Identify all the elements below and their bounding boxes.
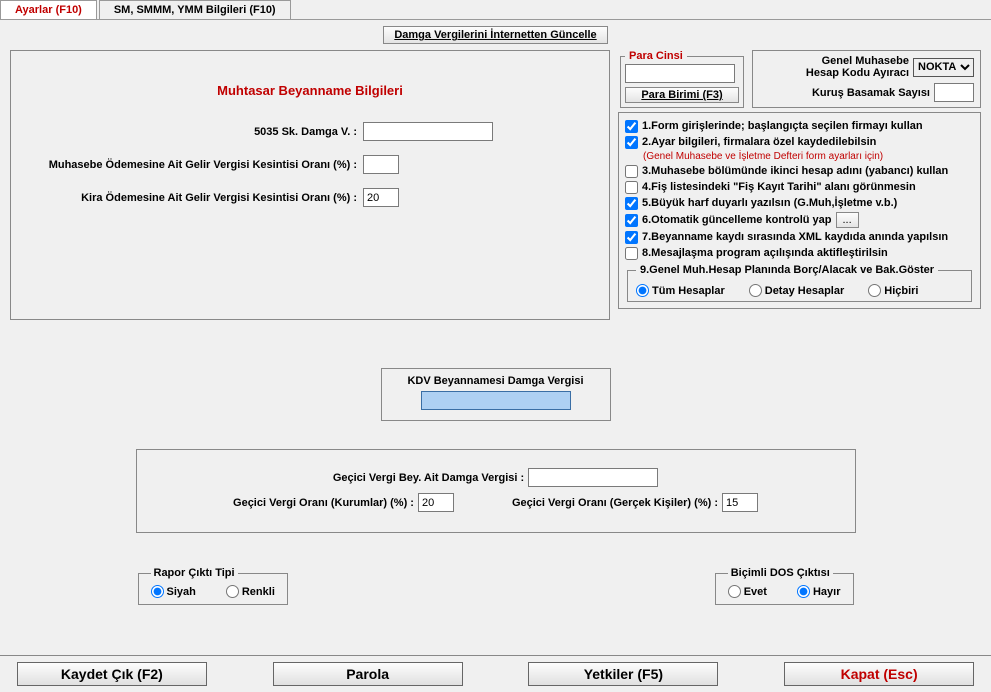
rapor-siyah-label: Siyah — [167, 586, 196, 598]
label-5035: 5035 Sk. Damga V. : — [23, 126, 363, 138]
label-muh-gelir-oran: Muhasebe Ödemesine Ait Gelir Vergisi Kes… — [23, 159, 363, 171]
gecici-kurum-input[interactable] — [418, 493, 454, 512]
gecici-gercek-input[interactable] — [722, 493, 758, 512]
opt4-checkbox[interactable] — [625, 181, 638, 194]
para-cinsi-input[interactable] — [625, 64, 735, 83]
genel-muhasebe-box: Genel Muhasebe Hesap Kodu Ayıracı NOKTA … — [752, 50, 981, 108]
kdv-damga-input[interactable] — [421, 391, 571, 410]
hesap-kodu-ayiraci-select[interactable]: NOKTA — [913, 58, 974, 77]
gm-label-1: Genel Muhasebe — [822, 55, 909, 67]
kurus-basamak-input[interactable] — [934, 83, 974, 102]
rapor-renkli-label: Renkli — [242, 586, 275, 598]
gecici-damga-label: Geçici Vergi Bey. Ait Damga Vergisi : — [333, 472, 524, 484]
dos-hayir-label: Hayır — [813, 586, 841, 598]
opt1-checkbox[interactable] — [625, 120, 638, 133]
para-birimi-button[interactable]: Para Birimi (F3) — [625, 87, 739, 103]
kurus-label: Kuruş Basamak Sayısı — [759, 87, 930, 99]
gm-label-2: Hesap Kodu Ayıracı — [806, 67, 909, 79]
opt6-settings-button[interactable]: ... — [836, 212, 859, 228]
kdv-label: KDV Beyannamesi Damga Vergisi — [390, 375, 602, 387]
opt2-checkbox[interactable] — [625, 136, 638, 149]
tab-ayarlar[interactable]: Ayarlar (F10) — [0, 0, 97, 19]
rapor-cikti-fieldset: Rapor Çıktı Tipi Siyah Renkli — [138, 567, 288, 605]
gecici-gercek-label: Geçici Vergi Oranı (Gerçek Kişiler) (%) … — [512, 497, 718, 509]
opt9-radio-none[interactable] — [868, 284, 881, 297]
opt9-radio-all[interactable] — [636, 284, 649, 297]
dos-legend: Biçimli DOS Çıktısı — [728, 567, 833, 579]
para-cinsi-fieldset: Para Cinsi Para Birimi (F3) — [620, 50, 744, 108]
opt5-label: 5.Büyük harf duyarlı yazılsın (G.Muh,İşl… — [642, 196, 897, 210]
para-cinsi-legend: Para Cinsi — [625, 50, 687, 62]
opt9-all-label: Tüm Hesaplar — [652, 285, 725, 297]
opt3-checkbox[interactable] — [625, 165, 638, 178]
opt9-radio-detail[interactable] — [749, 284, 762, 297]
opt9-detail-label: Detay Hesaplar — [765, 285, 845, 297]
opt9-none-label: Hiçbiri — [884, 285, 918, 297]
opt3-label: 3.Muhasebe bölümünde ikinci hesap adını … — [642, 164, 948, 178]
opt9-legend: 9.Genel Muh.Hesap Planında Borç/Alacak v… — [636, 264, 938, 276]
opt2-label: 2.Ayar bilgileri, firmalara özel kaydedi… — [642, 135, 876, 149]
gecici-panel: Geçici Vergi Bey. Ait Damga Vergisi : Ge… — [136, 449, 856, 533]
opt6-label: 6.Otomatik güncelleme kontrolü yap — [642, 213, 832, 227]
dos-cikti-fieldset: Biçimli DOS Çıktısı Evet Hayır — [715, 567, 854, 605]
gecici-damga-input[interactable] — [528, 468, 658, 487]
opt7-checkbox[interactable] — [625, 231, 638, 244]
opt2-note: (Genel Muhasebe ve İşletme Defteri form … — [643, 151, 974, 162]
input-muh-gelir-oran[interactable] — [363, 155, 399, 174]
opt9-fieldset: 9.Genel Muh.Hesap Planında Borç/Alacak v… — [627, 264, 972, 302]
parola-button[interactable]: Parola — [273, 662, 463, 686]
opt5-checkbox[interactable] — [625, 197, 638, 210]
label-kira-gelir-oran: Kira Ödemesine Ait Gelir Vergisi Kesinti… — [23, 192, 363, 204]
opt8-checkbox[interactable] — [625, 247, 638, 260]
rapor-legend: Rapor Çıktı Tipi — [151, 567, 238, 579]
footer-bar: Kaydet Çık (F2) Parola Yetkiler (F5) Kap… — [0, 655, 991, 692]
opt6-checkbox[interactable] — [625, 214, 638, 227]
muhtasar-panel: Muhtasar Beyanname Bilgileri 5035 Sk. Da… — [10, 50, 610, 320]
rapor-radio-renkli[interactable] — [226, 585, 239, 598]
kdv-panel: KDV Beyannamesi Damga Vergisi — [381, 368, 611, 421]
input-5035-damga[interactable] — [363, 122, 493, 141]
muhtasar-title: Muhtasar Beyanname Bilgileri — [23, 83, 597, 98]
update-stamp-taxes-button[interactable]: Damga Vergilerini İnternetten Güncelle — [383, 26, 607, 44]
kaydet-cik-button[interactable]: Kaydet Çık (F2) — [17, 662, 207, 686]
yetkiler-button[interactable]: Yetkiler (F5) — [528, 662, 718, 686]
opt1-label: 1.Form girişlerinde; başlangıçta seçilen… — [642, 119, 923, 133]
opt7-label: 7.Beyanname kaydı sırasında XML kaydıda … — [642, 230, 948, 244]
opt4-label: 4.Fiş listesindeki "Fiş Kayıt Tarihi" al… — [642, 180, 916, 194]
kapat-button[interactable]: Kapat (Esc) — [784, 662, 974, 686]
input-kira-gelir-oran[interactable] — [363, 188, 399, 207]
tab-sm-smmm-ymm[interactable]: SM, SMMM, YMM Bilgileri (F10) — [99, 0, 291, 19]
dos-radio-evet[interactable] — [728, 585, 741, 598]
rapor-radio-siyah[interactable] — [151, 585, 164, 598]
dos-evet-label: Evet — [744, 586, 767, 598]
dos-radio-hayir[interactable] — [797, 585, 810, 598]
options-panel: 1.Form girişlerinde; başlangıçta seçilen… — [618, 112, 981, 309]
tab-bar: Ayarlar (F10) SM, SMMM, YMM Bilgileri (F… — [0, 0, 991, 20]
gecici-kurum-label: Geçici Vergi Oranı (Kurumlar) (%) : — [233, 497, 414, 509]
opt8-label: 8.Mesajlaşma program açılışında aktifleş… — [642, 246, 888, 260]
